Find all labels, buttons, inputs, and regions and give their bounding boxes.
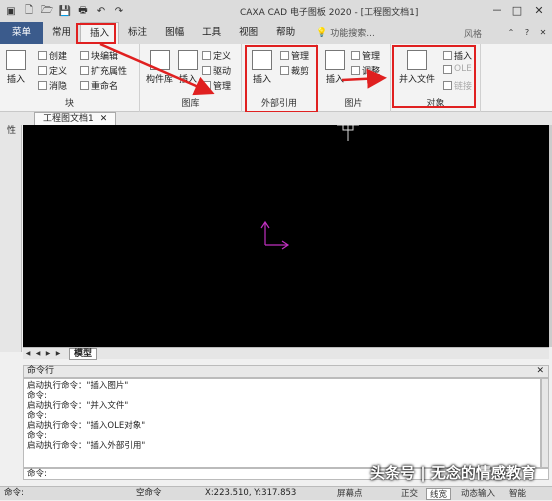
history-line: 启动执行命令："插入外部引用" — [27, 441, 146, 451]
properties-side-panel[interactable]: 特性 — [0, 112, 22, 352]
status-mode: 空命令 — [136, 488, 162, 498]
command-window-header: 命令行 ✕ — [23, 365, 549, 378]
document-tab[interactable]: 工程图文档1 ✕ — [34, 112, 117, 125]
prev-tab-icon[interactable]: ◀ — [33, 349, 43, 359]
status-coordinates: X:223.510, Y:317.853 — [205, 488, 297, 498]
arrow-to-library — [99, 42, 215, 96]
status-bar: 命令: 空命令 X:223.510, Y:317.853 屏幕点 正交 线宽 动… — [0, 486, 552, 500]
history-line: 启动执行命令："并入文件" — [27, 401, 129, 411]
command-history: 启动执行命令："插入图片" 命令: 启动执行命令："并入文件" 命令: 启动执行… — [23, 378, 541, 468]
watermark-text: 头条号 | 无念的情感教育 — [370, 464, 536, 482]
arrow-to-object — [341, 68, 387, 89]
history-line: 命令: — [27, 391, 47, 401]
status-command: 命令: — [4, 488, 24, 498]
canvas-graphics — [260, 124, 359, 250]
smart-button[interactable]: 智能 — [506, 488, 529, 500]
ortho-button[interactable]: 正交 — [398, 488, 421, 500]
history-line: 命令: — [27, 431, 47, 441]
history-line: 启动执行命令："插入OLE对象" — [27, 421, 146, 431]
history-line: 命令: — [27, 411, 47, 421]
lineweight-button[interactable]: 线宽 — [426, 488, 452, 500]
history-line: 启动执行命令："插入图片" — [27, 381, 129, 391]
model-tab[interactable]: 模型 — [69, 347, 98, 360]
close-icon[interactable]: ✕ — [100, 113, 108, 125]
screen-point-button[interactable]: 屏幕点 — [334, 488, 366, 500]
first-tab-icon[interactable]: ◀ — [23, 349, 33, 359]
command-scrollbar[interactable] — [541, 378, 549, 468]
last-tab-icon[interactable]: ▶ — [53, 349, 63, 359]
dynamic-input-button[interactable]: 动态输入 — [458, 488, 498, 500]
next-tab-icon[interactable]: ▶ — [43, 349, 53, 359]
layout-tab-bar: ◀ ◀ ▶ ▶ 模型 — [23, 347, 549, 360]
document-tab-strip: 工程图文档1 ✕ — [0, 112, 552, 125]
close-icon[interactable]: ✕ — [536, 366, 544, 377]
drawing-canvas[interactable] — [23, 124, 549, 347]
